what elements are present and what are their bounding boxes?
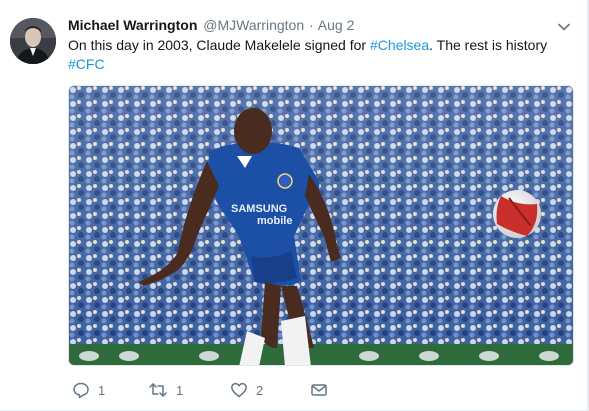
kit-sponsor-line2: mobile [257, 215, 292, 227]
tweet-text: On this day in 2003, Claude Makelele sig… [68, 36, 568, 74]
tweet-actions: 1 1 2 [68, 379, 368, 401]
chevron-down-icon[interactable] [557, 20, 571, 34]
heart-icon [230, 381, 248, 399]
retweet-button[interactable]: 1 [148, 379, 183, 401]
hashtag-cfc[interactable]: #CFC [68, 56, 105, 72]
hashtag-chelsea[interactable]: #Chelsea [370, 37, 429, 53]
envelope-icon [310, 381, 328, 399]
retweet-count: 1 [176, 382, 184, 398]
reply-button[interactable]: 1 [72, 379, 105, 401]
like-count: 2 [256, 382, 264, 398]
separator-dot: · [309, 17, 314, 33]
football [493, 190, 541, 238]
tweet-photo[interactable]: SAMSUNG mobile [68, 85, 574, 366]
avatar[interactable] [10, 18, 56, 64]
kit-sponsor-line1: SAMSUNG [231, 203, 287, 215]
tweet-header: Michael Warrington @MJWarrington · Aug 2 [68, 16, 354, 34]
retweet-icon [148, 381, 168, 399]
tweet-text-main: On this day in 2003, Claude Makelele sig… [68, 37, 370, 53]
reply-icon [72, 381, 90, 399]
reply-count: 1 [98, 382, 106, 398]
like-button[interactable]: 2 [230, 379, 263, 401]
tweet-text-after: . The rest is history [429, 37, 548, 53]
author-name[interactable]: Michael Warrington [68, 17, 197, 33]
direct-message-button[interactable] [310, 379, 328, 401]
tweet-timestamp[interactable]: Aug 2 [318, 17, 355, 33]
author-handle[interactable]: @MJWarrington [203, 17, 304, 33]
tweet-card[interactable]: Michael Warrington @MJWarrington · Aug 2… [0, 0, 589, 411]
